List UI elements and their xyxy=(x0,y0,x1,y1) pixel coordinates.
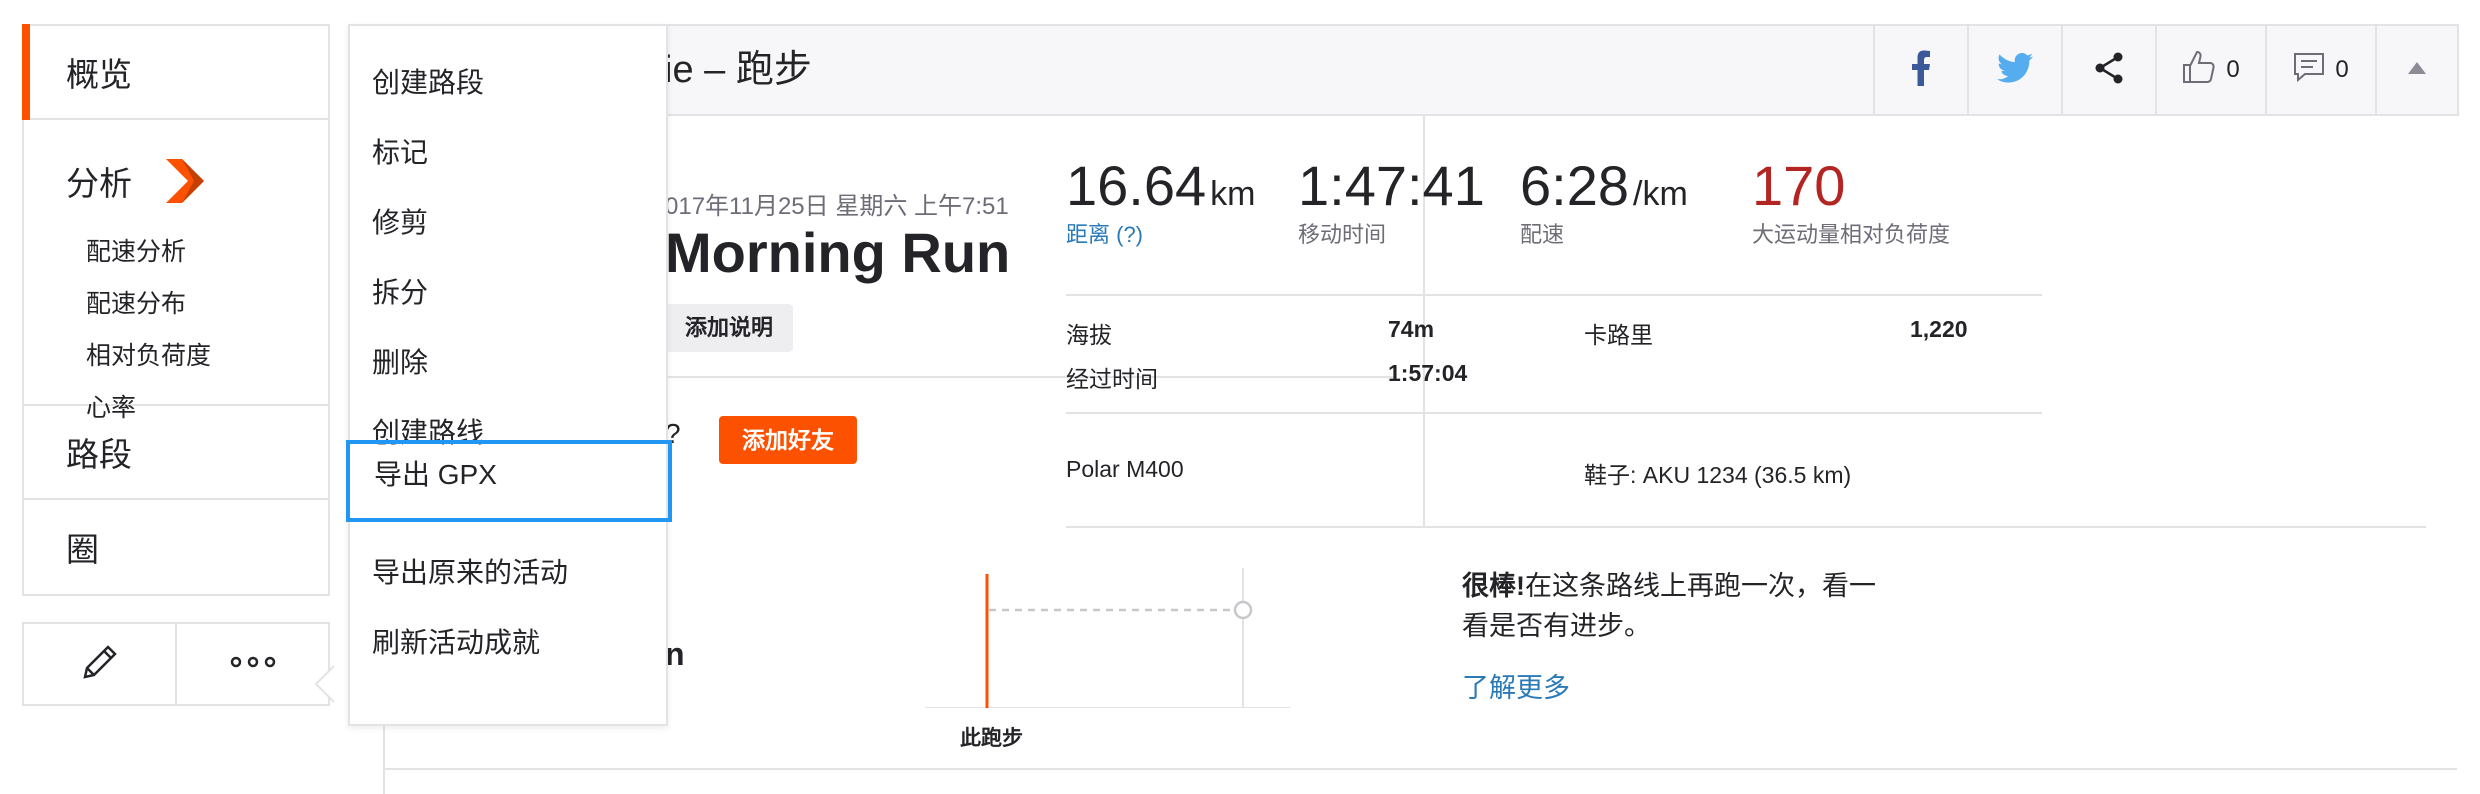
menu-item-split[interactable]: 拆分 xyxy=(350,258,666,328)
device-name: Polar M400 xyxy=(1066,456,1184,482)
promo-text: 在这条路线上再跑一次，看一看是否有进步。 xyxy=(1462,571,1876,641)
menu-pointer xyxy=(312,664,336,704)
comment-icon xyxy=(2293,52,2325,89)
sidebar-item-label: 圈 xyxy=(66,531,99,568)
sidebar-subitem-pace-distribution[interactable]: 配速分布 xyxy=(86,278,328,330)
twitter-share-button[interactable] xyxy=(1967,26,2061,114)
sidebar-actions xyxy=(22,622,330,706)
sidebar-subitem-pace-analysis[interactable]: 配速分析 xyxy=(86,226,328,278)
stat-pace: 6:28/km 配速 xyxy=(1520,158,1752,294)
activity-card: zie – 跑步 0 0 017年11月25日 星期六 上午7:51 Morni… xyxy=(383,24,2459,794)
facebook-share-button[interactable] xyxy=(1873,26,1967,114)
calories-value: 1,220 xyxy=(1910,316,1968,342)
share-button[interactable] xyxy=(2061,26,2155,114)
caret-up-icon xyxy=(2408,61,2426,79)
menu-item-export-original[interactable]: 导出原来的活动 xyxy=(350,538,666,608)
comments-button[interactable]: 0 xyxy=(2265,26,2375,114)
kudos-button[interactable]: 0 xyxy=(2155,26,2265,114)
promo-bold: 很棒! xyxy=(1462,571,1525,601)
this-run-label: 此跑步 xyxy=(960,727,1023,750)
facebook-icon xyxy=(1911,50,1931,91)
secondary-stats: 海拔 74m 卡路里 1,220 经过时间 1:57:04 xyxy=(1066,296,2052,412)
pencil-icon xyxy=(79,641,121,688)
add-description-button[interactable]: 添加说明 xyxy=(665,304,793,352)
menu-item-crop[interactable]: 修剪 xyxy=(350,188,666,258)
sidebar-item-label: 路段 xyxy=(66,436,132,473)
shoes-info: 鞋子: AKU 1234 (36.5 km) xyxy=(1584,462,1852,488)
divider xyxy=(383,768,2457,770)
menu-item-refresh-achievements[interactable]: 刷新活动成就 xyxy=(350,608,666,678)
elapsed-time-value: 1:57:04 xyxy=(1388,360,1468,386)
distance-value: 16.64 xyxy=(1066,154,1207,217)
sidebar-item-segments[interactable]: 路段 xyxy=(24,406,328,500)
sidebar-item-label: 分析 xyxy=(66,165,132,202)
add-friend-button[interactable]: 添加好友 xyxy=(719,416,857,464)
more-actions-button[interactable] xyxy=(177,622,330,706)
thumbs-up-icon xyxy=(2182,50,2216,91)
kudos-count: 0 xyxy=(2226,56,2240,83)
twitter-icon xyxy=(1997,52,2033,88)
menu-item-export-gpx[interactable]: 导出 GPX xyxy=(346,440,672,522)
sidebar-subitem-relative-effort[interactable]: 相对负荷度 xyxy=(86,330,328,382)
menu-item-delete[interactable]: 删除 xyxy=(350,328,666,398)
distance-unit: km xyxy=(1210,175,1256,213)
sidebar-nav: 概览 分析 配速分析 配速分布 相对负荷度 心率 路段 圈 xyxy=(22,24,330,596)
social-actions: 0 0 xyxy=(1873,26,2457,114)
chevron-right-icon xyxy=(166,159,204,203)
pace-unit: /km xyxy=(1633,175,1688,213)
sidebar-item-overview[interactable]: 概览 xyxy=(22,24,328,120)
more-dots-icon xyxy=(230,655,276,673)
gear-info: Polar M400 鞋子: AKU 1234 (36.5 km) xyxy=(1066,414,2052,532)
calories-label: 卡路里 xyxy=(1584,322,1653,348)
edit-button[interactable] xyxy=(22,622,177,706)
sidebar-item-laps[interactable]: 圈 xyxy=(24,500,328,594)
analysis-submenu: 配速分析 配速分布 相对负荷度 心率 xyxy=(66,226,328,434)
relative-effort-value: 170 xyxy=(1752,154,1846,217)
activity-date: 017年11月25日 星期六 上午7:51 xyxy=(665,193,1009,220)
route-comparison-chart xyxy=(925,568,1345,713)
sidebar-item-label: 概览 xyxy=(66,56,132,93)
activity-sidebar: 概览 分析 配速分析 配速分布 相对负荷度 心率 路段 圈 xyxy=(22,24,330,706)
learn-more-link[interactable]: 了解更多 xyxy=(1462,666,1570,705)
stat-distance: 16.64 km 距离 (?) xyxy=(1066,158,1298,294)
elapsed-time-label: 经过时间 xyxy=(1066,366,1158,392)
stat-relative-effort: 170 大运动量相对负荷度 xyxy=(1752,158,1972,294)
activity-stats: 16.64 km 距离 (?) 1:47:41 移动时间 6:28/km 配速 1… xyxy=(1066,116,2052,532)
route-promo: 很棒!在这条路线上再跑一次，看一看是否有进步。 xyxy=(1462,566,1902,646)
distance-label[interactable]: 距离 (?) xyxy=(1066,222,1298,248)
collapse-button[interactable] xyxy=(2375,26,2457,114)
sidebar-item-analysis[interactable]: 分析 配速分析 配速分布 相对负荷度 心率 xyxy=(24,120,328,422)
activity-name: Morning Run xyxy=(665,221,1011,284)
relative-effort-label: 大运动量相对负荷度 xyxy=(1752,222,1951,247)
chart-end-marker xyxy=(1233,600,1253,620)
moving-time-value: 1:47:41 xyxy=(1298,154,1485,217)
menu-item-create-segment[interactable]: 创建路段 xyxy=(350,48,666,118)
stat-moving-time: 1:47:41 移动时间 xyxy=(1298,158,1520,294)
route-section: n 此跑步 很棒!在这条路线上再跑一次，看一看是否有进步。 了解更多 xyxy=(385,528,2459,794)
more-actions-menu: 创建路段 标记 修剪 拆分 删除 创建路线 导出 GPX 导出原来的活动 刷新活… xyxy=(346,24,672,726)
comments-count: 0 xyxy=(2335,56,2349,83)
pace-label: 配速 xyxy=(1520,222,1565,247)
pace-value: 6:28 xyxy=(1520,154,1629,217)
menu-item-flag[interactable]: 标记 xyxy=(350,118,666,188)
activity-header: zie – 跑步 0 0 xyxy=(385,24,2459,116)
page-title: zie – 跑步 xyxy=(645,49,812,91)
share-icon xyxy=(2094,52,2124,89)
moving-time-label: 移动时间 xyxy=(1298,222,1387,247)
primary-stats: 16.64 km 距离 (?) 1:47:41 移动时间 6:28/km 配速 1… xyxy=(1066,116,2052,294)
elevation-value: 74m xyxy=(1388,316,1435,342)
elevation-label: 海拔 xyxy=(1066,322,1112,348)
